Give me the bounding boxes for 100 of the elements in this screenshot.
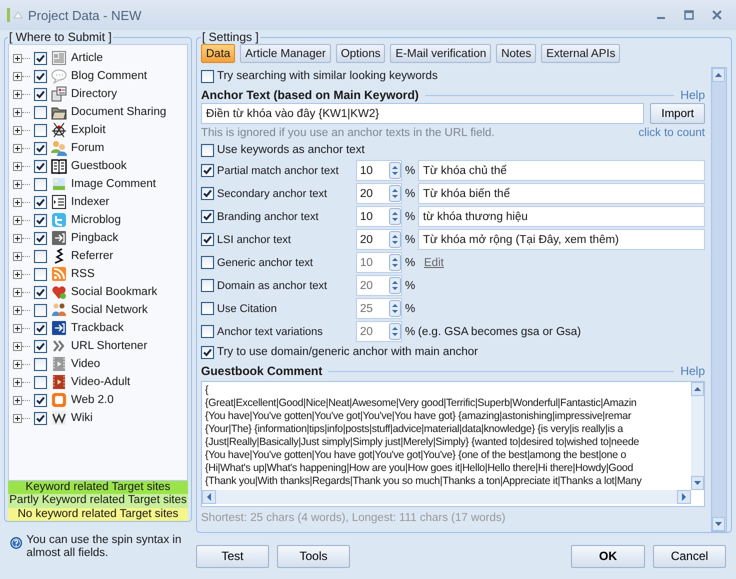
category-label[interactable]: Indexer bbox=[71, 196, 110, 208]
anchor-text-field[interactable]: Điền từ khóa vào đây {KW1|KW2} bbox=[201, 103, 644, 124]
category-label[interactable]: Article bbox=[71, 52, 103, 64]
checkbox-label[interactable]: Secondary anchor text bbox=[217, 188, 349, 200]
category-label[interactable]: Video-Adult bbox=[71, 376, 130, 388]
checkbox[interactable] bbox=[34, 70, 47, 82]
checkbox[interactable] bbox=[201, 256, 214, 269]
category-label[interactable]: Social Bookmark bbox=[71, 286, 158, 298]
tab[interactable]: Options bbox=[336, 44, 386, 63]
checkbox[interactable] bbox=[201, 346, 214, 358]
expand-icon[interactable] bbox=[13, 54, 22, 62]
anchor-text-field[interactable]: Từ khóa mở rộng (Tại Đây, xem thêm) bbox=[418, 229, 705, 250]
checkbox[interactable] bbox=[34, 124, 47, 136]
checkbox[interactable] bbox=[34, 178, 47, 190]
checkbox[interactable] bbox=[201, 302, 214, 315]
checkbox-label[interactable]: Try to use domain/generic anchor with main anchor bbox=[217, 346, 478, 358]
checkbox[interactable] bbox=[34, 412, 47, 424]
checkbox[interactable] bbox=[201, 164, 214, 177]
expand-icon[interactable] bbox=[13, 162, 22, 170]
checkbox-label[interactable]: Use Citation bbox=[217, 302, 349, 314]
category-label[interactable]: Trackback bbox=[71, 322, 124, 334]
category-label[interactable]: Guestbook bbox=[71, 160, 127, 172]
number-field[interactable]: 10 bbox=[356, 160, 402, 181]
spin-arrows-icon[interactable] bbox=[389, 231, 401, 248]
spin-arrows-icon[interactable] bbox=[389, 254, 401, 271]
category-label[interactable]: Referrer bbox=[71, 250, 114, 262]
scrollbar[interactable] bbox=[202, 490, 691, 504]
dialog-button[interactable]: Test bbox=[196, 544, 269, 568]
spin-arrows-icon[interactable] bbox=[389, 162, 401, 179]
category-label[interactable]: Exploit bbox=[71, 124, 106, 136]
tab[interactable]: E-Mail verification bbox=[390, 44, 492, 63]
category-label[interactable]: Web 2.0 bbox=[71, 394, 114, 406]
spin-arrows-icon[interactable] bbox=[389, 208, 401, 225]
expand-icon[interactable] bbox=[13, 360, 22, 368]
category-label[interactable]: Social Network bbox=[71, 304, 148, 316]
spin-arrows-icon[interactable] bbox=[389, 323, 401, 340]
number-field[interactable]: 20 bbox=[356, 183, 402, 204]
expand-icon[interactable] bbox=[13, 126, 22, 134]
expand-icon[interactable] bbox=[13, 324, 22, 332]
checkbox[interactable] bbox=[201, 144, 214, 156]
checkbox[interactable] bbox=[34, 232, 47, 244]
tab[interactable]: Article Manager bbox=[240, 44, 331, 63]
checkbox[interactable] bbox=[201, 325, 214, 338]
spin-arrows-icon[interactable] bbox=[389, 300, 401, 317]
checkbox[interactable] bbox=[34, 394, 47, 406]
checkbox[interactable] bbox=[201, 210, 214, 223]
checkbox[interactable] bbox=[34, 322, 47, 334]
checkbox-label[interactable]: LSI anchor text bbox=[217, 234, 349, 246]
category-label[interactable]: Document Sharing bbox=[71, 106, 166, 118]
comment-text-area[interactable] bbox=[201, 381, 705, 507]
expand-icon[interactable] bbox=[13, 144, 22, 152]
expand-icon[interactable] bbox=[13, 252, 22, 260]
checkbox[interactable] bbox=[34, 160, 47, 172]
number-field[interactable]: 20 bbox=[356, 229, 402, 250]
expand-icon[interactable] bbox=[13, 378, 22, 386]
checkbox[interactable] bbox=[201, 279, 214, 292]
category-label[interactable]: Blog Comment bbox=[71, 70, 148, 82]
checkbox[interactable] bbox=[34, 340, 47, 352]
checkbox-label[interactable]: Use keywords as anchor text bbox=[217, 144, 365, 156]
expand-icon[interactable] bbox=[13, 72, 22, 80]
checkbox-label[interactable]: Anchor text variations bbox=[217, 326, 349, 338]
maximize-icon[interactable] bbox=[684, 10, 694, 20]
checkbox-label[interactable]: Domain as anchor text bbox=[217, 280, 349, 292]
checkbox[interactable] bbox=[201, 187, 214, 200]
expand-icon[interactable] bbox=[13, 414, 22, 422]
expand-icon[interactable] bbox=[13, 270, 22, 278]
checkbox[interactable] bbox=[34, 376, 47, 388]
checkbox[interactable] bbox=[201, 233, 214, 246]
checkbox-label[interactable]: Generic anchor text bbox=[217, 256, 349, 268]
category-label[interactable]: Microblog bbox=[71, 214, 121, 226]
tab[interactable]: Notes bbox=[496, 44, 536, 63]
checkbox[interactable] bbox=[34, 286, 47, 298]
expand-icon[interactable] bbox=[13, 216, 22, 224]
checkbox-label[interactable]: Partial match anchor text bbox=[217, 164, 349, 176]
tab[interactable]: External APIs bbox=[541, 44, 620, 63]
expand-icon[interactable] bbox=[13, 288, 22, 296]
expand-icon[interactable] bbox=[13, 342, 22, 350]
checkbox[interactable] bbox=[34, 142, 47, 154]
checkbox[interactable] bbox=[34, 304, 47, 316]
category-label[interactable]: Directory bbox=[71, 88, 118, 100]
checkbox[interactable] bbox=[201, 70, 214, 82]
spin-arrows-icon[interactable] bbox=[389, 185, 401, 202]
expand-icon[interactable] bbox=[13, 90, 22, 98]
category-label[interactable]: RSS bbox=[71, 268, 95, 280]
number-field[interactable]: 20 bbox=[356, 275, 402, 296]
edit-link[interactable]: Edit bbox=[424, 256, 444, 268]
expand-icon[interactable] bbox=[13, 306, 22, 314]
checkbox[interactable] bbox=[34, 196, 47, 208]
checkbox[interactable] bbox=[34, 358, 47, 370]
category-label[interactable]: Wiki bbox=[71, 412, 93, 424]
category-label[interactable]: Video bbox=[71, 358, 100, 370]
checkbox[interactable] bbox=[34, 52, 47, 64]
dialog-button[interactable]: Tools bbox=[277, 544, 350, 568]
category-label[interactable]: URL Shortener bbox=[71, 340, 148, 352]
checkbox[interactable] bbox=[34, 88, 47, 100]
category-label[interactable]: Image Comment bbox=[71, 178, 156, 190]
category-label[interactable]: Forum bbox=[71, 142, 104, 154]
checkbox[interactable] bbox=[34, 268, 47, 280]
scrollbar[interactable] bbox=[711, 67, 727, 532]
expand-icon[interactable] bbox=[13, 180, 22, 188]
